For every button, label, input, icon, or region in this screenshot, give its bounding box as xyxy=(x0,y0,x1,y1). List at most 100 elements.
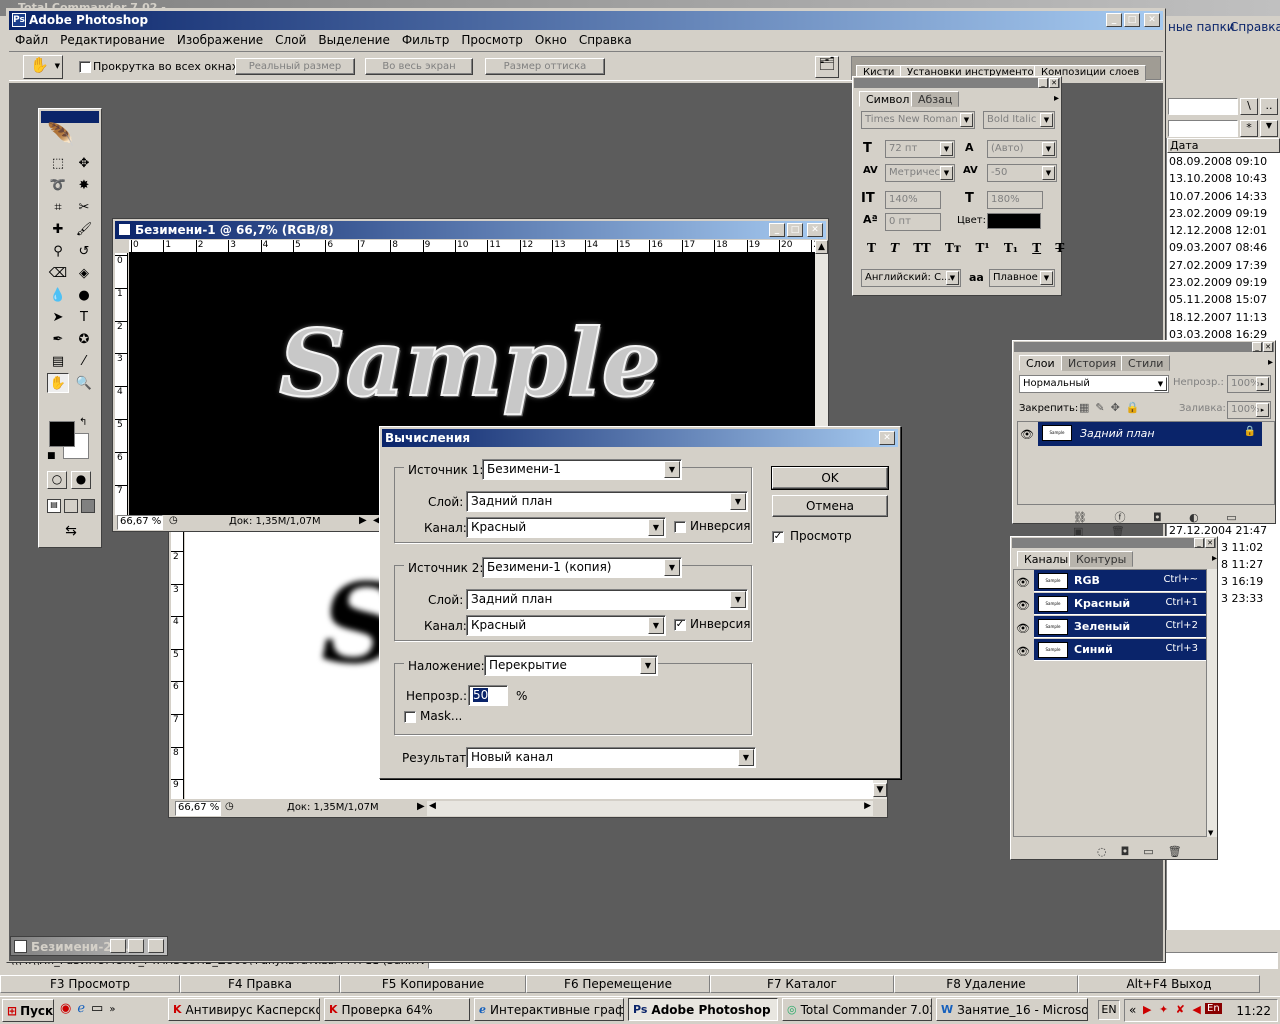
layer-row-background[interactable]: Sample Задний план 🔒 xyxy=(1038,422,1262,446)
marquee-icon[interactable]: ⬚ xyxy=(47,153,69,173)
tab-channels[interactable]: Каналы xyxy=(1017,551,1076,567)
subscript-icon[interactable]: T₁ xyxy=(1004,241,1018,255)
channel-eye-icon[interactable]: 👁 xyxy=(1014,618,1032,638)
tc-date-cell[interactable]: 23.02.2009 09:19 xyxy=(1169,205,1280,222)
minimized-document-2[interactable]: Безимени-2 ... ❐ □ ✕ xyxy=(10,936,168,956)
magic-wand-icon[interactable]: ✸ xyxy=(73,175,95,195)
layer1-select[interactable]: Задний план ▼ xyxy=(466,491,748,512)
pen-icon[interactable]: ✒ xyxy=(47,329,69,349)
tray-lang-badge[interactable]: En xyxy=(1205,1003,1222,1014)
channel-row[interactable]: Sample RGB Ctrl+~ xyxy=(1034,570,1206,592)
stamp-icon[interactable]: ⚲ xyxy=(47,241,69,261)
print-size-button[interactable]: Размер оттиска xyxy=(485,58,605,75)
opacity-input[interactable]: 50 xyxy=(468,685,508,706)
hand-icon[interactable]: ✋ xyxy=(47,373,69,393)
doc1-status-arrow-icon[interactable]: ▶ xyxy=(359,515,367,526)
doc1-minimize-icon[interactable]: _ xyxy=(769,223,785,237)
channel-row[interactable]: Sample Красный Ctrl+1 xyxy=(1034,593,1206,615)
tab-history[interactable]: История xyxy=(1061,355,1124,371)
doc1-close-icon[interactable]: ✕ xyxy=(807,223,823,237)
blending-select[interactable]: Перекрытие ▼ xyxy=(484,655,658,676)
tc-filter-field[interactable] xyxy=(1168,120,1238,137)
doc2-horizontal-scrollbar[interactable]: ◀ ▶ xyxy=(427,801,873,816)
shape-icon[interactable]: ✪ xyxy=(73,329,95,349)
quick-mask-icon[interactable]: ● xyxy=(71,471,91,489)
opera-icon[interactable]: ◉ xyxy=(60,1001,77,1016)
tc-root-button[interactable]: \ xyxy=(1240,98,1258,115)
mask-checkbox[interactable] xyxy=(404,711,416,723)
tc-star-button[interactable]: * xyxy=(1240,120,1258,137)
all-caps-icon[interactable]: TT xyxy=(913,241,930,255)
char-panel-close-icon[interactable]: ✕ xyxy=(1049,78,1059,88)
imageready-jump-icon[interactable]: ⇆ xyxy=(49,523,93,543)
char-panel-title[interactable]: _ ✕ xyxy=(854,78,1060,88)
preview-checkbox[interactable]: ✓ xyxy=(772,531,784,543)
channels-scrollbar[interactable]: ▼ xyxy=(1207,569,1217,837)
zoom-icon[interactable]: 🔍 xyxy=(73,373,95,393)
layer-opacity-field[interactable]: 100% ▸ xyxy=(1227,375,1271,393)
layers-footer-icons[interactable]: ⛓ ⓕ ◘ ◐ ▭ ▣ 🗑 xyxy=(1073,509,1275,538)
tab-character[interactable]: Символ xyxy=(859,91,917,107)
channel-eye-icon[interactable]: 👁 xyxy=(1014,595,1032,615)
clock[interactable]: 11:22 xyxy=(1236,1004,1271,1018)
menu-item-8[interactable]: Справка xyxy=(573,31,638,49)
default-colors-icon[interactable]: ■ xyxy=(47,451,56,461)
min-doc-restore-icon[interactable]: ❐ xyxy=(110,939,126,953)
menu-item-7[interactable]: Окно xyxy=(529,31,573,49)
screen-mode-std-icon[interactable]: ▤ xyxy=(47,499,61,513)
type-icon[interactable]: T xyxy=(73,307,95,327)
menu-item-5[interactable]: Фильтр xyxy=(396,31,455,49)
channel-eye-icon[interactable]: 👁 xyxy=(1014,572,1032,592)
menu-item-6[interactable]: Просмотр xyxy=(455,31,529,49)
lock-icons[interactable]: ▦✎✥🔒 xyxy=(1079,401,1146,414)
fit-screen-button[interactable]: Во весь экран xyxy=(365,58,473,75)
channels-footer-icons[interactable]: ◌◘▭🗑 xyxy=(1097,845,1196,858)
fkey-button-6[interactable]: F6 Перемещение xyxy=(526,975,710,993)
tc-link-help[interactable]: Справка xyxy=(1230,20,1280,34)
char-panel-menu-icon[interactable]: ▸ xyxy=(1054,93,1059,104)
healing-brush-icon[interactable]: ✚ xyxy=(47,219,69,239)
doc1-maximize-icon[interactable]: □ xyxy=(787,223,803,237)
standard-mode-icon[interactable]: ○ xyxy=(47,471,67,489)
invert2-checkbox[interactable]: ✓ xyxy=(674,619,686,631)
ps-title-bar[interactable]: Ps Adobe Photoshop _ □ ✕ xyxy=(9,11,1163,30)
invert1-checkbox[interactable] xyxy=(674,521,686,533)
tab-paragraph[interactable]: Абзац xyxy=(911,91,960,107)
fill-field[interactable]: 100% ▸ xyxy=(1227,401,1271,419)
more-icon[interactable]: » xyxy=(109,1004,121,1015)
taskbar-button-kaspersky-scan[interactable]: K Проверка 64% xyxy=(324,998,470,1021)
foreground-color-swatch[interactable] xyxy=(49,421,75,447)
doc1-scroll-up-icon[interactable]: ▲ xyxy=(815,240,828,254)
slice-icon[interactable]: ✂ xyxy=(73,197,95,217)
ok-button[interactable]: OK xyxy=(771,466,889,490)
lasso-icon[interactable]: ➰ xyxy=(47,175,69,195)
tab-styles[interactable]: Стили xyxy=(1121,355,1171,371)
result-select[interactable]: Новый канал ▼ xyxy=(466,747,756,768)
cancel-button[interactable]: Отмена xyxy=(772,495,888,517)
small-caps-icon[interactable]: Tт xyxy=(945,241,961,255)
fkey-button-5[interactable]: F5 Копирование xyxy=(340,975,526,993)
faux-italic-icon[interactable]: T xyxy=(890,241,899,255)
bucket-icon[interactable]: ◈ xyxy=(73,263,95,283)
tc-date-cell[interactable]: 13.10.2008 10:43 xyxy=(1169,170,1280,187)
channel-row[interactable]: Sample Синий Ctrl+3 xyxy=(1034,639,1206,661)
tc-link-folders[interactable]: ные папки xyxy=(1168,20,1235,34)
eyedropper-icon[interactable]: ⁄ xyxy=(73,351,95,371)
tc-date-cell-lower[interactable]: 3 11:02 xyxy=(1221,539,1267,556)
tc-dropdown-button[interactable]: ▼ xyxy=(1260,120,1278,137)
font-size-select[interactable]: 72 пт ▼ xyxy=(885,140,955,158)
tray-expand-icon[interactable]: « xyxy=(1129,1003,1136,1017)
channel-eye-icon[interactable]: 👁 xyxy=(1014,641,1032,661)
tc-date-cell-lower[interactable]: 3 16:19 xyxy=(1221,573,1267,590)
tc-date-cell[interactable]: 05.11.2008 15:07 xyxy=(1169,291,1280,308)
taskbar-button-ie-window[interactable]: ℯ Интерактивные граф... xyxy=(474,998,624,1021)
hand-tool-preset-icon[interactable]: ✋ ▼ xyxy=(23,55,63,79)
layers-panel-title[interactable]: _ ✕ xyxy=(1014,342,1274,352)
source1-select[interactable]: Безимени-1 ▼ xyxy=(482,459,682,480)
fkey-button-7[interactable]: F7 Каталог xyxy=(710,975,894,993)
screen-mode-menu-icon[interactable] xyxy=(64,499,78,513)
toolbox-header[interactable]: 🪶 xyxy=(41,111,99,151)
close-icon[interactable]: ✕ xyxy=(1144,13,1160,27)
menu-item-1[interactable]: Редактирование xyxy=(54,31,171,49)
tc-path-field[interactable] xyxy=(1168,98,1238,115)
